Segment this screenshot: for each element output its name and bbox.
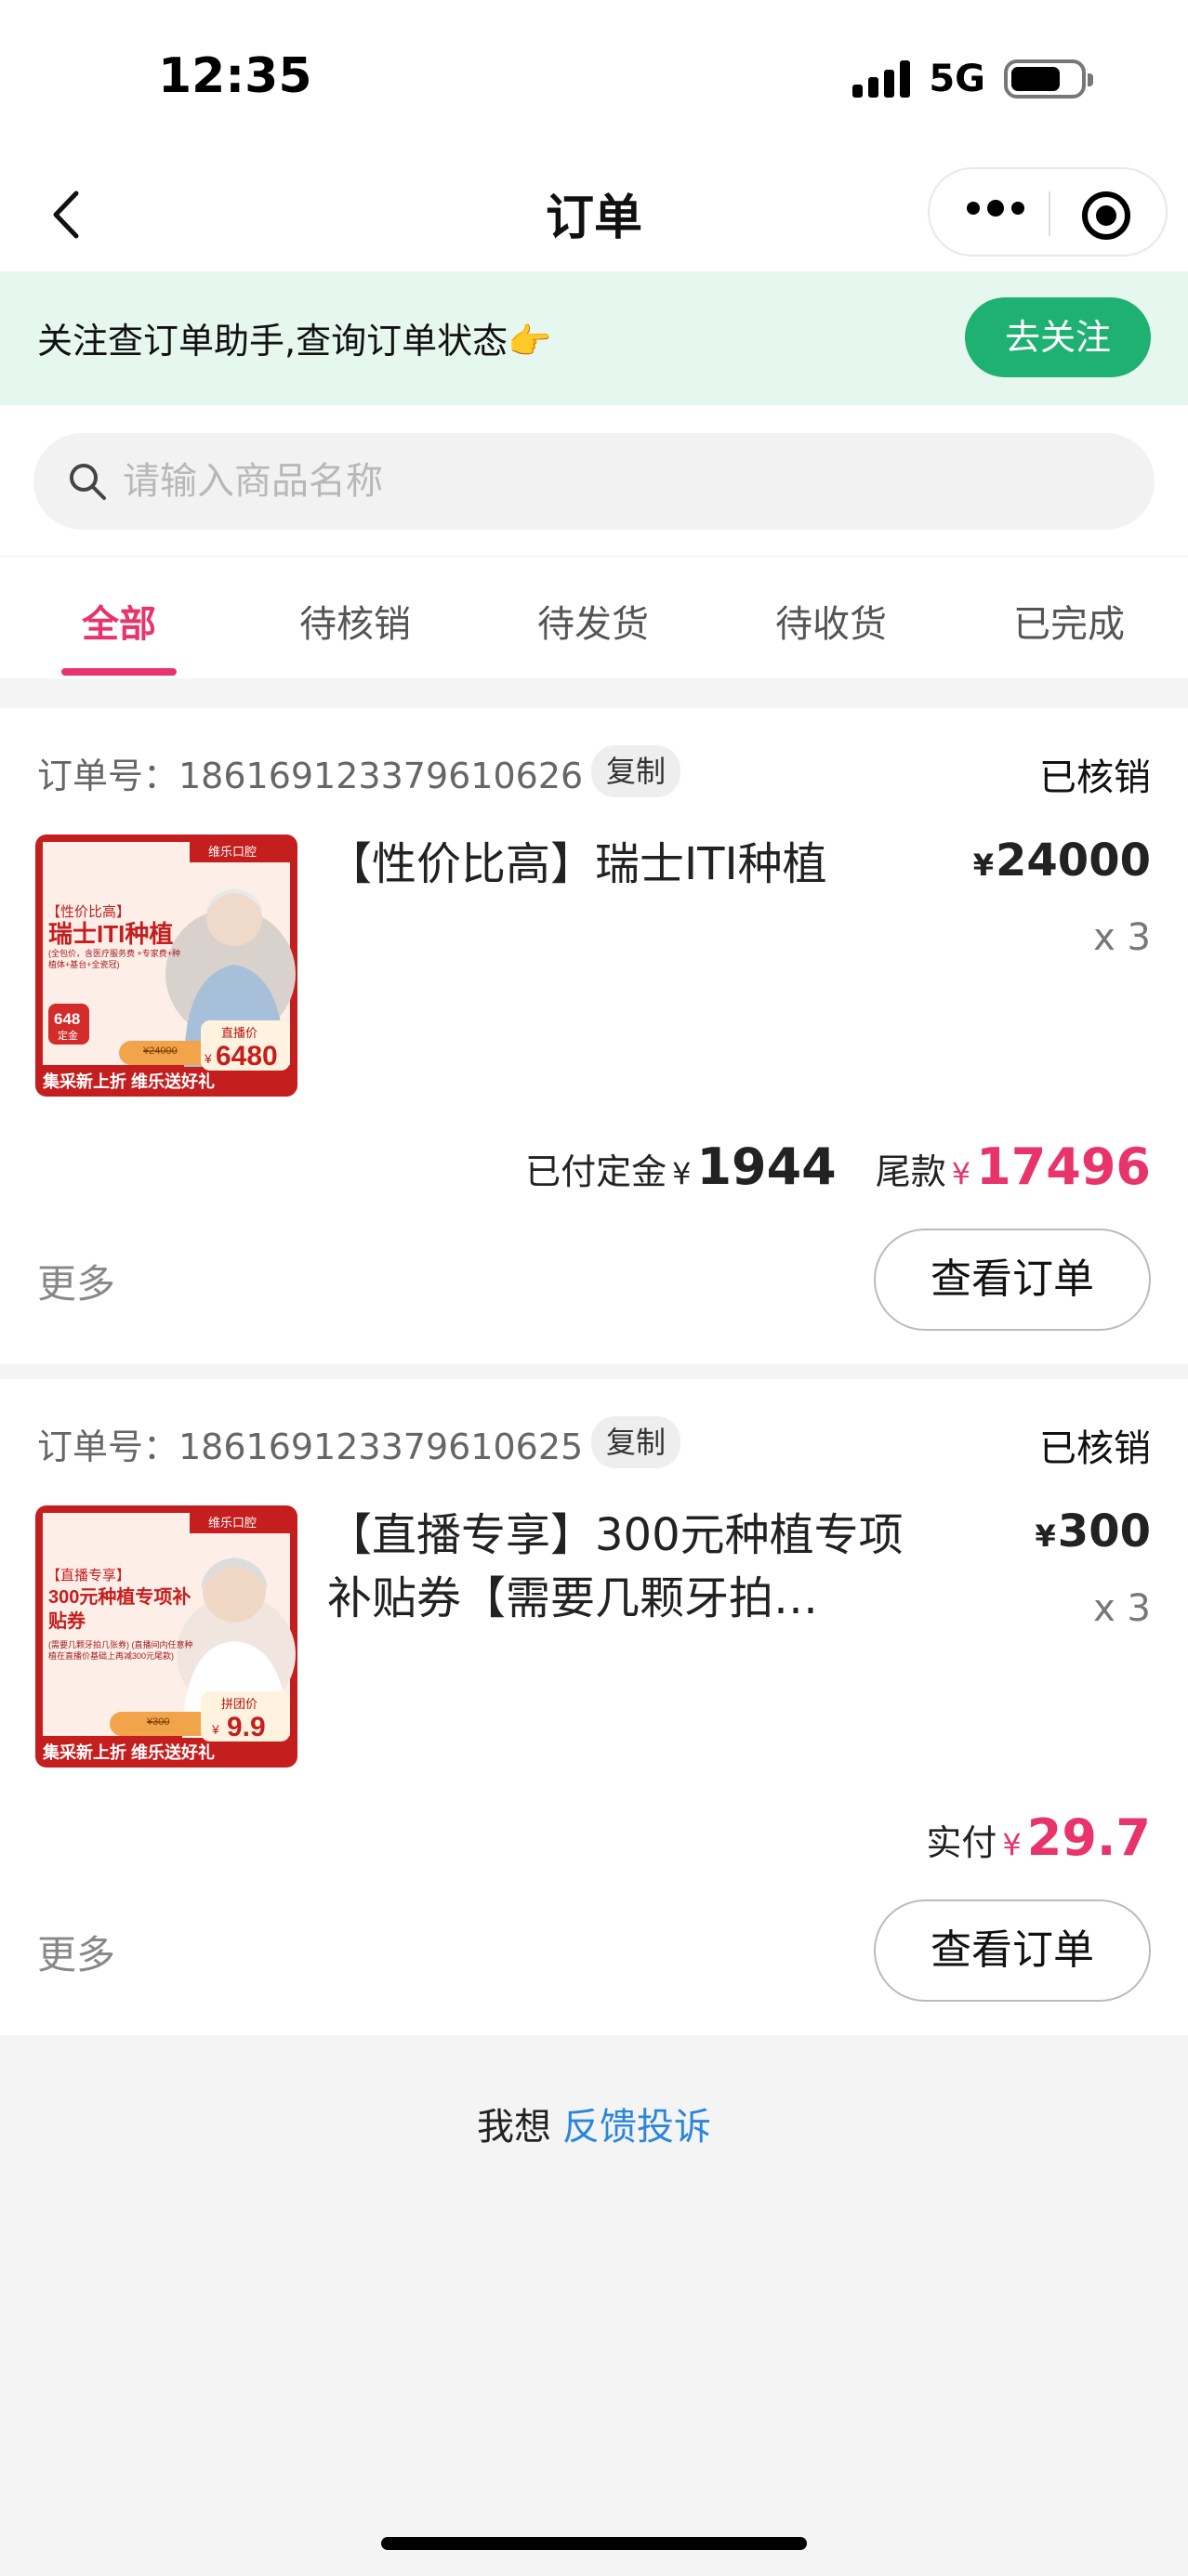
- svg-text:【直播专享】: 【直播专享】: [46, 1568, 130, 1584]
- order-card: 订单号：186169123379610626 复制 已核销 维乐口腔 【性价比高…: [0, 708, 1188, 1364]
- svg-text:瑞士ITI种植: 瑞士ITI种植: [48, 920, 173, 948]
- svg-text:直播价: 直播价: [221, 1026, 257, 1040]
- order-tabs: 全部 待核销 待发货 待收货 已完成: [0, 556, 1188, 678]
- tab-completed[interactable]: 已完成: [976, 594, 1162, 648]
- deposit-amount: 1944: [696, 1137, 837, 1196]
- capsule-divider: [1049, 191, 1050, 236]
- search-box[interactable]: [33, 433, 1155, 530]
- feedback-footer: 我想 反馈投诉: [0, 2096, 1188, 2150]
- nav-bar: 订单: [0, 160, 1188, 271]
- svg-text:9.9: 9.9: [227, 1712, 266, 1742]
- order-status: 已核销: [1039, 1427, 1151, 1470]
- svg-text:¥24000: ¥24000: [142, 1045, 178, 1057]
- search-input[interactable]: [123, 433, 1099, 530]
- order-card: 订单号：186169123379610625 复制 已核销 维乐口腔 【直播专享…: [0, 1379, 1188, 2035]
- thumb-brand: 维乐口腔: [208, 845, 257, 859]
- network-type: 5G: [929, 58, 985, 100]
- feedback-prefix: 我想: [477, 2106, 551, 2149]
- status-time: 12:35: [158, 48, 312, 104]
- svg-text:¥300: ¥300: [146, 1716, 169, 1728]
- paid-label: 实付: [926, 1822, 997, 1863]
- product-price: ¥300: [1035, 1505, 1151, 1557]
- balance-amount: 17496: [976, 1137, 1151, 1196]
- tab-pending-shipment[interactable]: 待发货: [500, 594, 686, 648]
- svg-text:集采新上折 维乐送好礼: 集采新上折 维乐送好礼: [42, 1742, 215, 1762]
- status-bar: 12:35 5G: [0, 0, 1188, 160]
- follow-banner-text: 关注查订单助手,查询订单状态👉: [37, 321, 552, 361]
- svg-text:集采新上折 维乐送好礼: 集采新上折 维乐送好礼: [42, 1071, 215, 1091]
- paid-amount: 29.7: [1026, 1808, 1151, 1867]
- follow-button[interactable]: 去关注: [965, 297, 1151, 377]
- product-quantity: x 3: [1093, 1587, 1151, 1630]
- svg-text:648: 648: [54, 1010, 80, 1028]
- svg-text:【性价比高】: 【性价比高】: [46, 904, 130, 920]
- product-thumbnail[interactable]: 维乐口腔 【直播专享】 300元种植专项补贴券 (需要几颗牙拍几张券) (直播间…: [35, 1505, 297, 1768]
- close-target-icon[interactable]: [1082, 191, 1130, 240]
- payment-summary: 实付 ¥ 29.7: [926, 1808, 1151, 1867]
- deposit-label: 已付定金: [525, 1151, 667, 1192]
- search-icon: [70, 464, 106, 500]
- product-name[interactable]: 【直播专享】300元种植专项补贴券【需要几颗牙拍…: [327, 1504, 922, 1630]
- search-area: [0, 405, 1188, 556]
- copy-order-number-button[interactable]: 复制: [591, 745, 681, 797]
- feedback-complaint-link[interactable]: 反馈投诉: [562, 2106, 711, 2149]
- tab-all[interactable]: 全部: [26, 594, 212, 648]
- svg-text:定金: 定金: [58, 1029, 78, 1042]
- tab-pending-receipt[interactable]: 待收货: [738, 594, 924, 648]
- copy-order-number-button[interactable]: 复制: [591, 1416, 681, 1468]
- svg-text:维乐口腔: 维乐口腔: [208, 1516, 257, 1530]
- svg-text:¥: ¥: [204, 1051, 212, 1066]
- active-tab-indicator: [61, 668, 177, 676]
- product-price: ¥24000: [972, 835, 1151, 887]
- view-order-button[interactable]: 查看订单: [874, 1899, 1151, 2002]
- svg-text:¥: ¥: [211, 1722, 219, 1737]
- product-quantity: x 3: [1093, 916, 1151, 959]
- order-status: 已核销: [1039, 756, 1151, 799]
- view-order-button[interactable]: 查看订单: [874, 1229, 1151, 1331]
- order-number: 订单号：186169123379610626: [37, 756, 584, 796]
- svg-text:拼团价: 拼团价: [221, 1697, 257, 1711]
- tab-pending-verification[interactable]: 待核销: [262, 594, 448, 648]
- more-link[interactable]: 更多: [37, 1924, 115, 1980]
- more-link[interactable]: 更多: [37, 1253, 115, 1309]
- svg-text:6480: 6480: [216, 1041, 278, 1071]
- order-number: 订单号：186169123379610625: [37, 1426, 584, 1467]
- balance-label: 尾款: [875, 1151, 946, 1192]
- home-indicator: [381, 2537, 807, 2550]
- follow-banner: 关注查订单助手,查询订单状态👉 去关注: [0, 271, 1188, 405]
- status-indicators: 5G: [852, 58, 1093, 100]
- battery-icon: [1004, 59, 1093, 99]
- mini-program-capsule: [928, 167, 1168, 256]
- signal-icon: [852, 60, 911, 98]
- payment-summary: 已付定金 ¥ 1944 尾款 ¥ 17496: [525, 1137, 1151, 1196]
- product-name[interactable]: 【性价比高】瑞士ITI种植: [327, 833, 904, 896]
- product-thumbnail[interactable]: 维乐口腔 【性价比高】 瑞士ITI种植 (全包价，含医疗服务费 +专家费+种植体…: [35, 835, 297, 1097]
- more-menu-icon[interactable]: [967, 200, 1024, 217]
